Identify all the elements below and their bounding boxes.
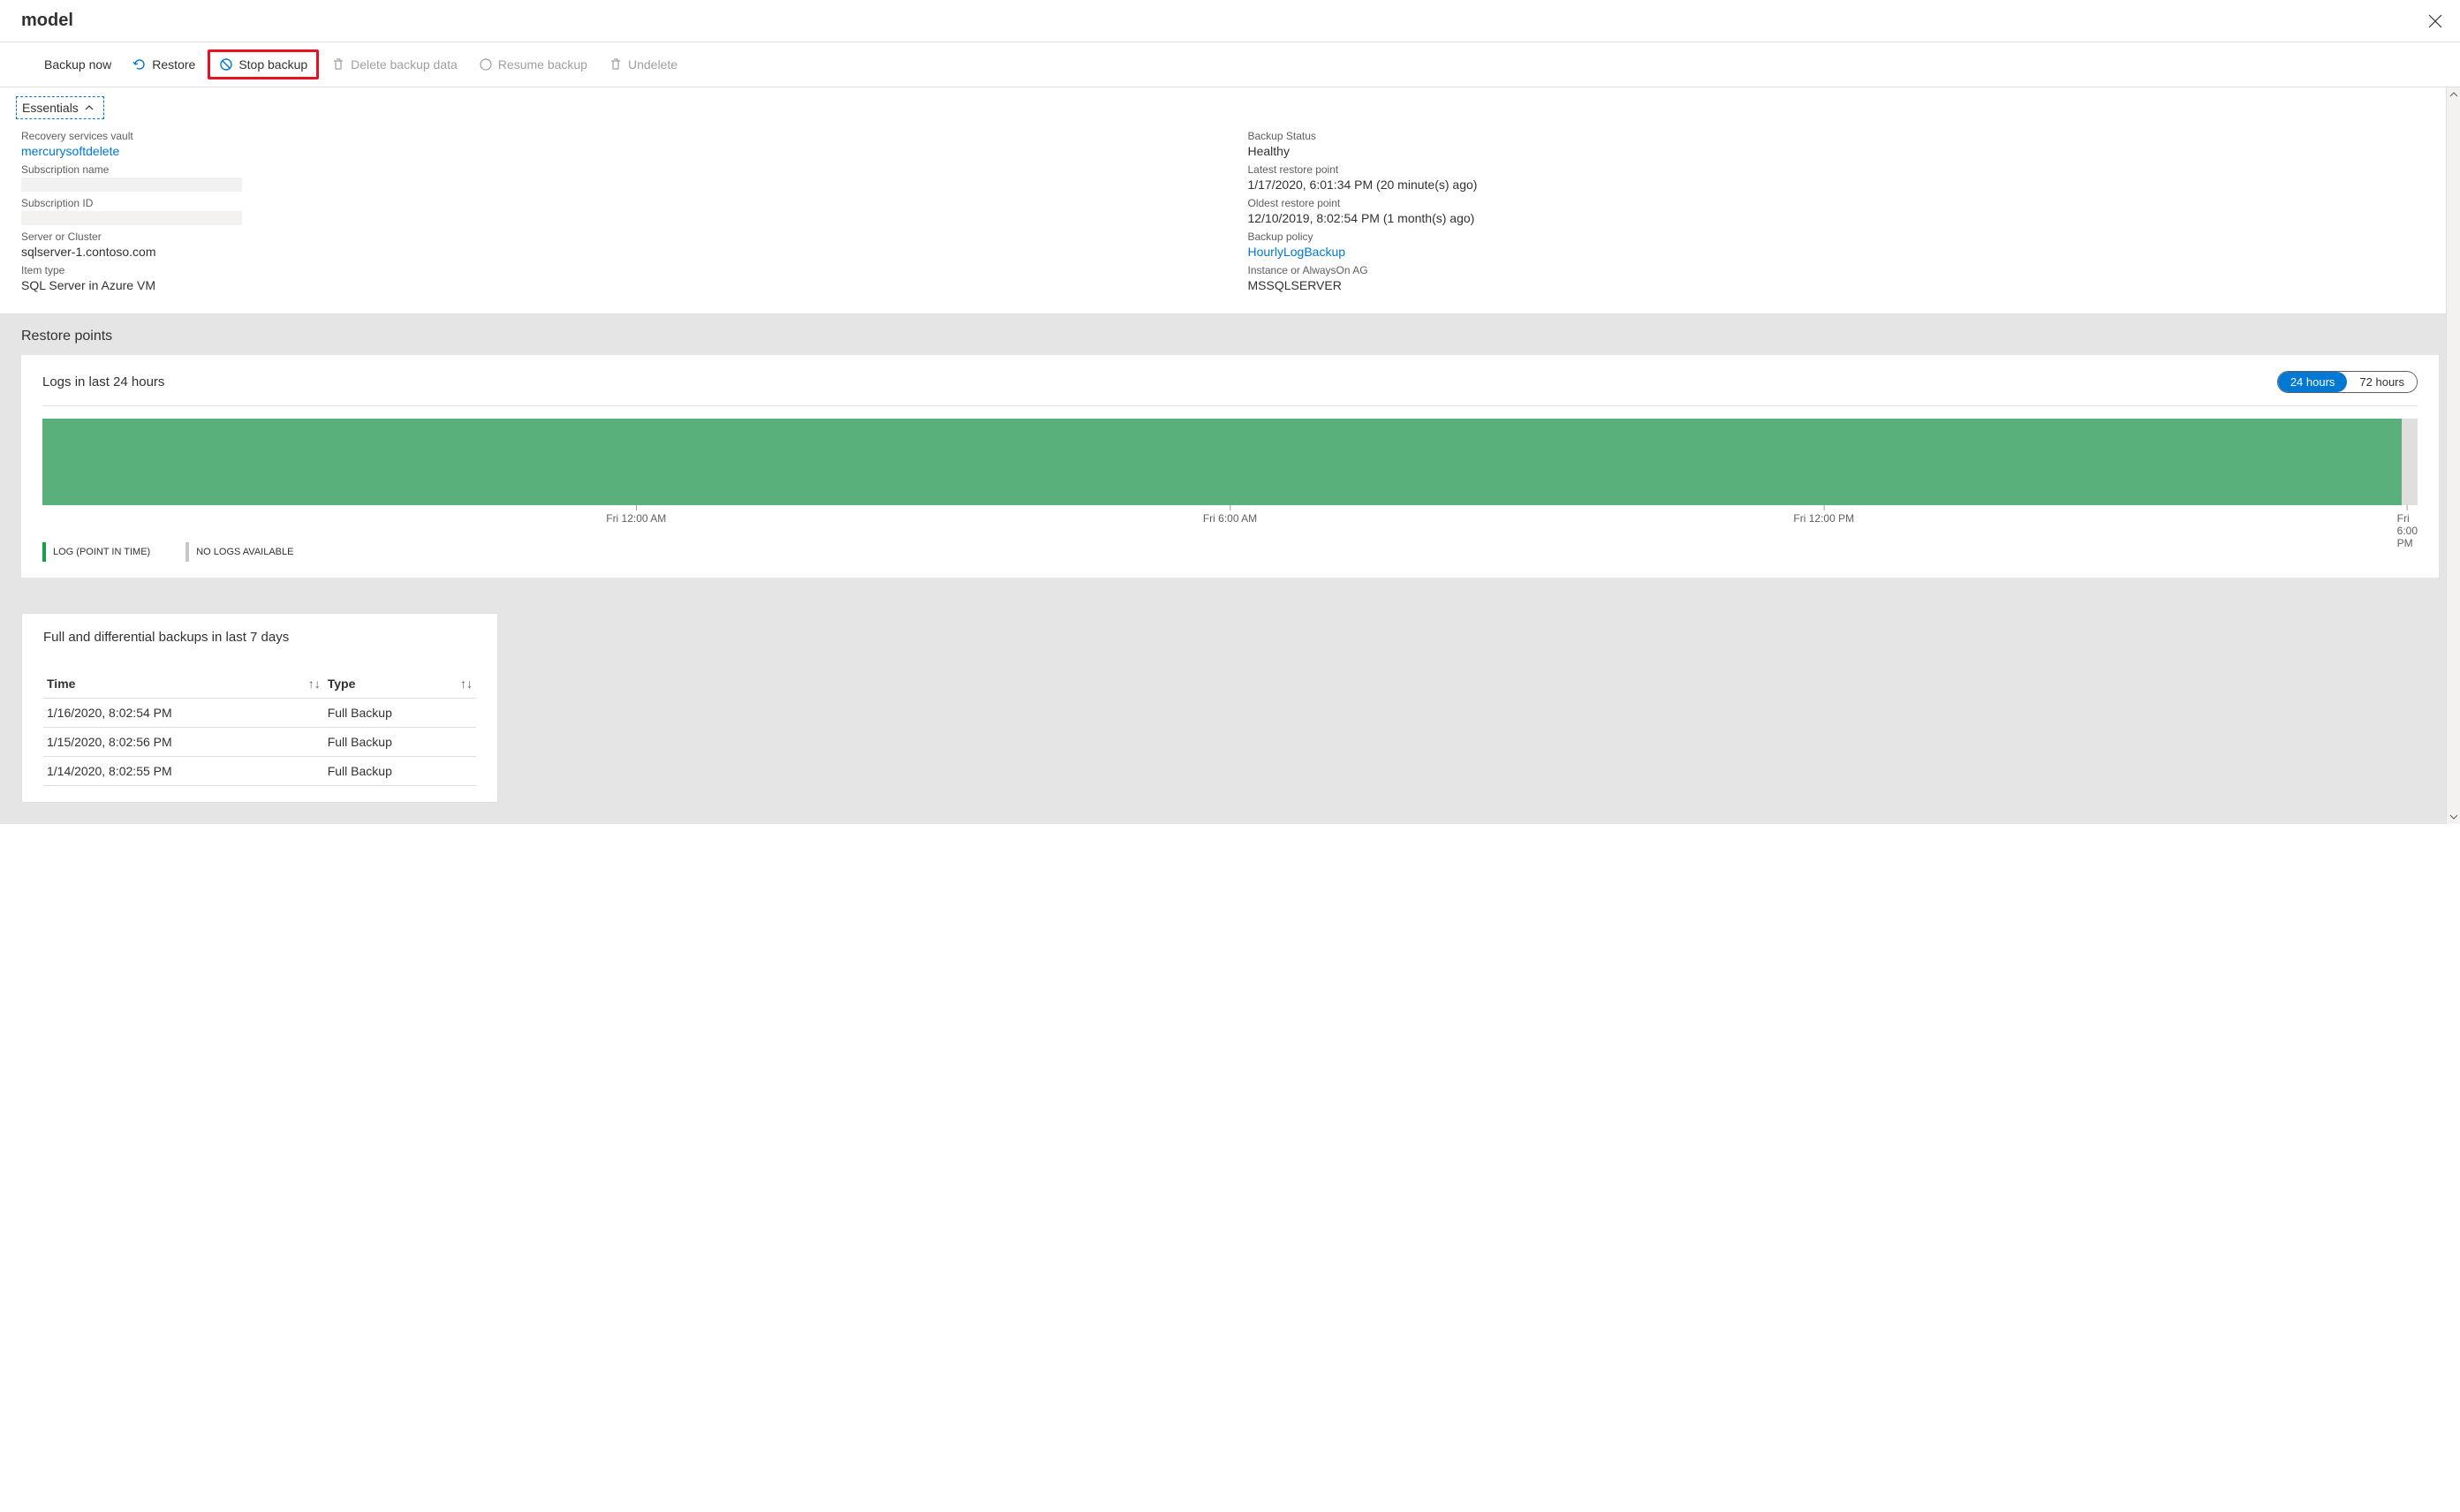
toggle-72h[interactable]: 72 hours <box>2347 372 2417 392</box>
delete-backup-data-button: Delete backup data <box>322 52 466 77</box>
essentials-panel: Recovery services vault mercurysoftdelet… <box>0 119 2460 314</box>
scroll-down-icon[interactable] <box>2449 813 2458 821</box>
time-range-toggle: 24 hours 72 hours <box>2277 371 2418 393</box>
latest-restore-value: 1/17/2020, 6:01:34 PM (20 minute(s) ago) <box>1248 178 2440 192</box>
essentials-left-col: Recovery services vault mercurysoftdelet… <box>21 130 1213 298</box>
page-title: model <box>21 11 73 31</box>
backup-policy-label: Backup policy <box>1248 231 2440 243</box>
toggle-24h[interactable]: 24 hours <box>2278 372 2348 392</box>
chart-legend: LOG (POINT IN TIME) NO LOGS AVAILABLE <box>42 542 2418 562</box>
subscription-name-label: Subscription name <box>21 163 1213 176</box>
cell-time: 1/15/2020, 8:02:56 PM <box>43 728 324 757</box>
col-time-header[interactable]: Time ↑↓ <box>43 669 324 699</box>
restore-points-title: Restore points <box>21 314 2439 355</box>
scroll-up-icon[interactable] <box>2449 90 2458 99</box>
resume-backup-button: Resume backup <box>470 52 596 77</box>
oldest-restore-value: 12/10/2019, 8:02:54 PM (1 month(s) ago) <box>1248 211 2440 225</box>
trash-icon <box>609 57 623 72</box>
chart-tick: Fri 6:00 PM <box>2397 505 2418 549</box>
cell-time: 1/16/2020, 8:02:54 PM <box>43 699 324 728</box>
recovery-vault-link[interactable]: mercurysoftdelete <box>21 144 1213 158</box>
restore-button[interactable]: Restore <box>124 52 204 77</box>
backups-card-title: Full and differential backups in last 7 … <box>43 630 476 645</box>
logs-timeline-chart <box>42 419 2418 505</box>
restore-points-section: Restore points Logs in last 24 hours 24 … <box>0 314 2460 824</box>
item-type-value: SQL Server in Azure VM <box>21 278 1213 292</box>
log-available-region <box>42 419 2402 505</box>
cell-time: 1/14/2020, 8:02:55 PM <box>43 757 324 786</box>
chart-tick: Fri 12:00 PM <box>1793 505 1854 525</box>
legend-no-logs-label: NO LOGS AVAILABLE <box>196 547 293 557</box>
legend-swatch-green <box>42 542 46 562</box>
latest-restore-label: Latest restore point <box>1248 163 2440 176</box>
cell-type: Full Backup <box>324 699 476 728</box>
instance-label: Instance or AlwaysOn AG <box>1248 264 2440 276</box>
cell-type: Full Backup <box>324 728 476 757</box>
chart-tick: Fri 12:00 AM <box>606 505 666 525</box>
subscription-name-redacted <box>21 178 242 192</box>
undelete-button: Undelete <box>600 52 686 77</box>
table-row[interactable]: 1/16/2020, 8:02:54 PMFull Backup <box>43 699 476 728</box>
backups-card: Full and differential backups in last 7 … <box>21 613 498 803</box>
chart-x-axis: Fri 12:00 AMFri 6:00 AMFri 12:00 PMFri 6… <box>42 505 2418 526</box>
stop-backup-label: Stop backup <box>238 57 307 72</box>
chart-tick: Fri 6:00 AM <box>1203 505 1257 525</box>
restore-icon <box>132 57 147 72</box>
logs-card: Logs in last 24 hours 24 hours 72 hours … <box>21 355 2439 578</box>
col-type-label: Type <box>328 677 356 691</box>
undelete-label: Undelete <box>628 57 677 72</box>
backup-now-label: Backup now <box>44 57 111 72</box>
sort-icon: ↑↓ <box>308 677 321 691</box>
col-type-header[interactable]: Type ↑↓ <box>324 669 476 699</box>
legend-log: LOG (POINT IN TIME) <box>42 542 150 562</box>
backup-now-button[interactable]: Backup now <box>35 52 120 77</box>
legend-no-logs: NO LOGS AVAILABLE <box>185 542 293 562</box>
stop-icon <box>219 57 233 72</box>
legend-swatch-gray <box>185 542 189 562</box>
delete-backup-label: Delete backup data <box>351 57 458 72</box>
chevron-up-icon <box>84 102 95 113</box>
sort-icon: ↑↓ <box>460 677 473 691</box>
trash-icon <box>331 57 345 72</box>
essentials-toggle[interactable]: Essentials <box>16 96 104 119</box>
server-value: sqlserver-1.contoso.com <box>21 245 1213 259</box>
legend-log-label: LOG (POINT IN TIME) <box>53 547 150 557</box>
subscription-id-redacted <box>21 211 242 225</box>
backup-policy-link[interactable]: HourlyLogBackup <box>1248 245 2440 259</box>
command-bar: Backup now Restore Stop backup Delete ba… <box>0 42 2460 87</box>
restore-label: Restore <box>152 57 195 72</box>
resume-icon <box>479 57 493 72</box>
subscription-id-label: Subscription ID <box>21 197 1213 209</box>
panel-header: model <box>0 0 2460 42</box>
stop-backup-button[interactable]: Stop backup <box>208 49 319 79</box>
vertical-scrollbar[interactable] <box>2446 87 2460 824</box>
backup-status-label: Backup Status <box>1248 130 2440 142</box>
logs-card-title: Logs in last 24 hours <box>42 374 164 389</box>
close-icon[interactable] <box>2428 14 2442 28</box>
backup-status-value: Healthy <box>1248 144 2440 158</box>
cell-type: Full Backup <box>324 757 476 786</box>
instance-value: MSSQLSERVER <box>1248 278 2440 292</box>
essentials-label: Essentials <box>22 101 79 115</box>
backups-table: Time ↑↓ Type ↑↓ 1/16/2020, 8:02:54 PMFul… <box>43 669 476 786</box>
resume-backup-label: Resume backup <box>498 57 587 72</box>
table-row[interactable]: 1/15/2020, 8:02:56 PMFull Backup <box>43 728 476 757</box>
server-label: Server or Cluster <box>21 231 1213 243</box>
oldest-restore-label: Oldest restore point <box>1248 197 2440 209</box>
recovery-vault-label: Recovery services vault <box>21 130 1213 142</box>
table-row[interactable]: 1/14/2020, 8:02:55 PMFull Backup <box>43 757 476 786</box>
item-type-label: Item type <box>21 264 1213 276</box>
essentials-right-col: Backup Status Healthy Latest restore poi… <box>1248 130 2440 298</box>
no-logs-region <box>2402 419 2418 505</box>
col-time-label: Time <box>47 677 75 691</box>
content-area: Essentials Recovery services vault mercu… <box>0 87 2460 824</box>
